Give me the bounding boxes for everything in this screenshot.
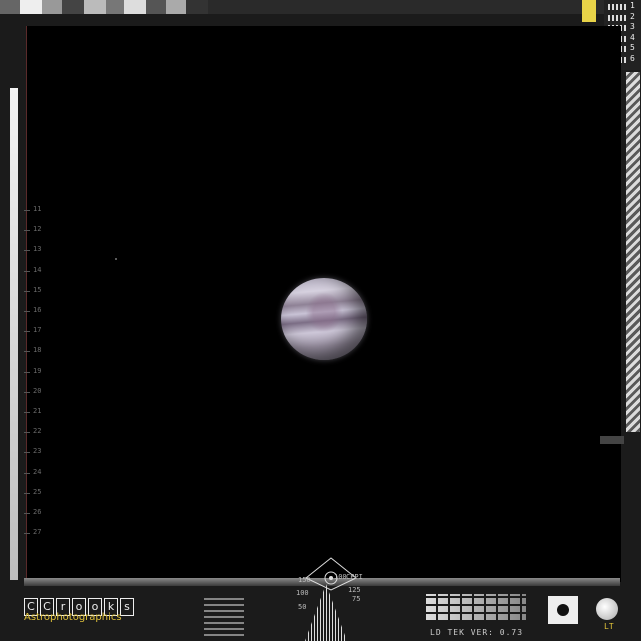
planet-jupiter-image (281, 278, 367, 360)
lens-button[interactable] (596, 598, 618, 620)
channel-bars (608, 14, 628, 21)
scale-tick-label: 13 (33, 245, 42, 254)
scale-tick: 20 (20, 387, 60, 399)
scale-tick-label: 27 (33, 528, 42, 537)
scale-tick: 16 (20, 306, 60, 318)
right-marker-bar (600, 436, 624, 444)
scale-tick: 26 (20, 508, 60, 520)
record-icon (557, 604, 569, 616)
scale-tick: 25 (20, 488, 60, 500)
scale-tick-label: 18 (33, 346, 42, 355)
channel-label: 4 (630, 32, 635, 42)
scale-tick: 11 (20, 205, 60, 217)
scale-tick: 23 (20, 447, 60, 459)
scale-tick: 18 (20, 346, 60, 358)
gradient-grid-panel (426, 594, 526, 620)
channel-label: 6 (630, 53, 635, 63)
top-test-strip (0, 0, 641, 14)
reticle-scale-left-mid: 100 (296, 589, 309, 597)
vertical-scale: 11 12 13 14 15 16 17 18 19 20 21 22 23 24 25 26 27 (20, 205, 60, 545)
hud-frame: 123456 11 12 13 14 15 16 17 18 19 20 21 22 23 24 25 26 2… (0, 0, 641, 641)
scale-tick: 15 (20, 286, 60, 298)
scale-tick-label: 25 (33, 487, 42, 496)
scale-tick: 19 (20, 367, 60, 379)
channel-label: 5 (630, 43, 635, 52)
channel-label: 2 (630, 11, 635, 21)
scale-tick-label: 26 (33, 508, 42, 516)
brand-subtitle: Astrophotographics (24, 612, 122, 623)
left-level-gauge (10, 88, 18, 580)
control-panel-lines (204, 596, 244, 636)
gray-test-blocks (0, 0, 208, 14)
logo-letter: s (120, 598, 134, 616)
lt-label: LT (604, 622, 614, 631)
reticle-scale-right-mid: 125 (348, 586, 361, 594)
scale-tick: 17 (20, 326, 60, 338)
scale-tick-label: 11 (33, 205, 42, 213)
scale-tick-label: 23 (33, 447, 42, 456)
scale-tick: 24 (20, 468, 60, 480)
version-label: LD TEK VER: 0.73 (430, 628, 524, 637)
scale-tick-label: 14 (33, 265, 42, 274)
channel-label: 3 (630, 22, 635, 31)
scale-tick-label: 19 (33, 366, 42, 375)
scale-tick: 12 (20, 225, 60, 237)
scale-tick-label: 24 (33, 467, 42, 476)
record-button[interactable] (548, 596, 578, 624)
scale-tick: 27 (20, 528, 60, 540)
scale-tick: 14 (20, 266, 60, 278)
scale-tick: 21 (20, 407, 60, 419)
right-hatched-bar (626, 72, 640, 432)
scale-tick-label: 20 (33, 386, 42, 395)
scale-tick: 13 (20, 245, 60, 257)
scale-tick-label: 22 (33, 427, 42, 436)
scale-tick: 22 (20, 427, 60, 439)
scale-tick-label: 21 (33, 407, 42, 415)
reticle-scale-left-low: 50 (298, 603, 307, 611)
reticle-scale-center: 100 (334, 573, 347, 581)
channel-bars (608, 4, 628, 10)
channel-label: 1 (630, 1, 635, 10)
scale-tick-label: 16 (33, 306, 42, 314)
accent-yellow-block (582, 0, 596, 22)
scale-tick-label: 15 (33, 285, 42, 294)
star (115, 258, 117, 260)
reticle-scale-right-top: CPPI (346, 573, 363, 581)
scale-tick-label: 12 (33, 225, 42, 234)
reticle-scale-left-top: 150 (298, 576, 311, 584)
reticle-scale-right-low: 75 (352, 595, 361, 603)
scale-tick-label: 17 (33, 326, 42, 335)
